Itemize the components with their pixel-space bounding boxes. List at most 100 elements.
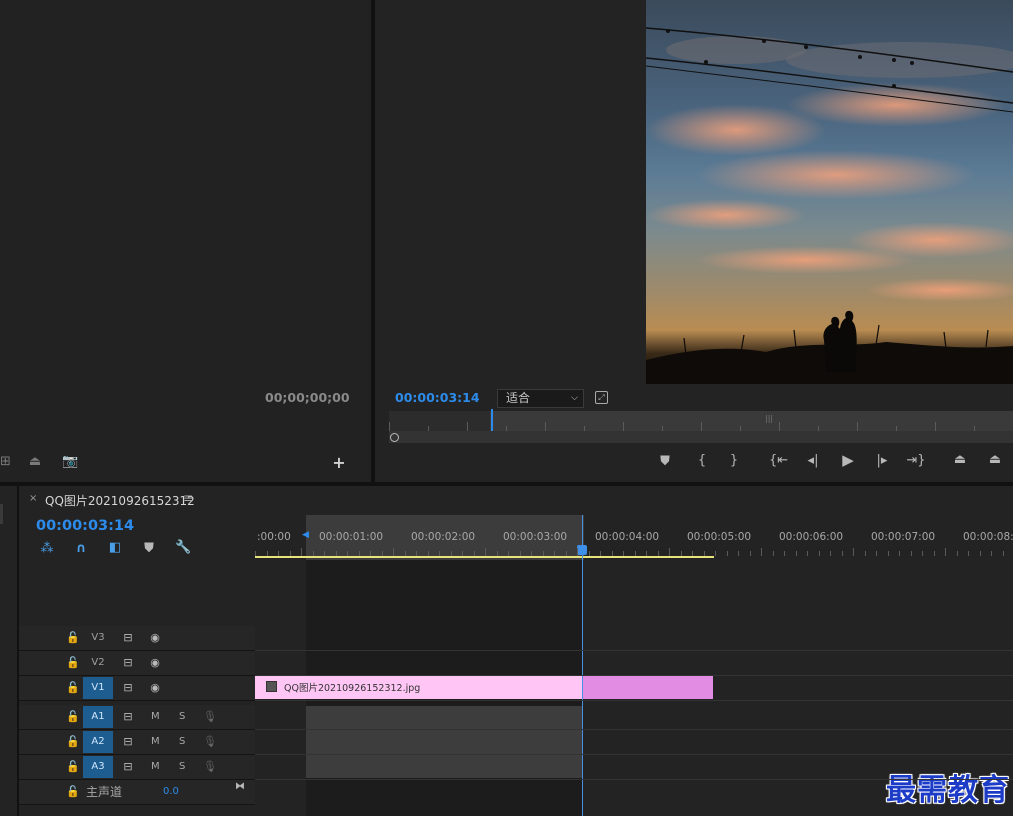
in-point-marker-icon[interactable]: ◀ bbox=[302, 530, 309, 540]
track-lane-v1[interactable] bbox=[255, 676, 1013, 701]
go-to-channel-icon[interactable]: ⧓ bbox=[233, 780, 247, 794]
mute-button[interactable]: M bbox=[151, 761, 160, 772]
eye-icon[interactable]: ◉ bbox=[147, 681, 163, 695]
source-timecode[interactable]: 00;00;00;00 bbox=[265, 390, 350, 405]
add-marker-icon[interactable]: ⛊ bbox=[658, 455, 672, 469]
program-scrub-tick bbox=[662, 426, 663, 431]
lock-icon[interactable]: 🔓 bbox=[66, 735, 80, 749]
mute-button[interactable]: M bbox=[151, 711, 160, 722]
ruler-tick bbox=[393, 548, 394, 556]
track-header-a3[interactable]: 🔓 A3 ⊟ M S 🎙 bbox=[19, 755, 255, 780]
master-volume-value[interactable]: 0.0 bbox=[163, 786, 179, 797]
ruler-time-label: 00:00:04:00 bbox=[595, 531, 660, 543]
timeline-playhead-handle[interactable] bbox=[577, 545, 587, 555]
track-lane-a1[interactable] bbox=[255, 705, 1013, 730]
eye-icon[interactable]: ◉ bbox=[147, 656, 163, 670]
timeline-timecode[interactable]: 00:00:03:14 bbox=[36, 518, 134, 534]
track-header-v2[interactable]: 🔓 V2 ⊟ ◉ bbox=[19, 651, 255, 676]
ruler-tick bbox=[554, 551, 555, 556]
program-scrub-tick bbox=[896, 426, 897, 431]
snap-magnet-icon[interactable]: ∩ bbox=[73, 542, 89, 556]
timeline-menu-icon[interactable]: ≡ bbox=[183, 491, 193, 505]
extract-icon[interactable]: ⏏ bbox=[985, 453, 1005, 467]
program-scrub-tick bbox=[545, 422, 546, 431]
lock-icon[interactable]: 🔓 bbox=[66, 681, 80, 695]
wrench-settings-icon[interactable]: 🔧 bbox=[175, 541, 191, 555]
timeline-close-button[interactable]: × bbox=[29, 493, 37, 504]
resolution-settings-icon[interactable]: ⤢ bbox=[595, 391, 608, 404]
track-header-a2[interactable]: 🔓 A2 ⊟ M S 🎙 bbox=[19, 730, 255, 755]
tools-panel bbox=[0, 486, 19, 816]
lock-icon[interactable]: 🔓 bbox=[66, 631, 80, 645]
track-header-v3[interactable]: 🔓 V3 ⊟ ◉ bbox=[19, 626, 255, 651]
track-name[interactable]: V1 bbox=[83, 677, 113, 699]
ruler-tick bbox=[577, 548, 578, 556]
program-video-frame bbox=[646, 0, 1013, 384]
add-marker-icon-timeline[interactable]: ⛊ bbox=[142, 542, 156, 556]
track-name[interactable]: A1 bbox=[83, 706, 113, 728]
selection-tool-button[interactable] bbox=[0, 504, 3, 524]
ruler-time-label: :00:00 bbox=[257, 531, 291, 543]
track-name[interactable]: V2 bbox=[83, 652, 113, 674]
ruler-tick bbox=[738, 551, 739, 556]
ruler-tick bbox=[416, 551, 417, 556]
program-timecode[interactable]: 00:00:03:14 bbox=[395, 390, 480, 405]
add-button-icon[interactable]: + bbox=[332, 455, 346, 471]
microphone-icon[interactable]: 🎙 bbox=[203, 735, 217, 749]
microphone-icon[interactable]: 🎙 bbox=[203, 760, 217, 774]
sync-lock-icon[interactable]: ⊟ bbox=[121, 631, 135, 645]
lock-icon[interactable]: 🔓 bbox=[66, 710, 80, 724]
step-back-icon[interactable]: ◂| bbox=[805, 454, 821, 468]
play-icon[interactable]: ▶ bbox=[840, 453, 856, 468]
track-name[interactable]: A3 bbox=[83, 756, 113, 778]
go-to-in-icon[interactable]: {⇤ bbox=[769, 454, 788, 468]
track-header-master[interactable]: 🔓 主声道 0.0 ⧓ bbox=[19, 780, 255, 805]
sync-lock-icon[interactable]: ⊟ bbox=[121, 760, 135, 774]
zoom-scroll-handle-icon[interactable] bbox=[390, 433, 399, 442]
lift-icon[interactable]: ⏏ bbox=[950, 453, 970, 467]
track-lane-a3[interactable] bbox=[255, 755, 1013, 780]
ruler-tick bbox=[658, 551, 659, 556]
ruler-tick bbox=[830, 551, 831, 556]
solo-button[interactable]: S bbox=[179, 711, 185, 722]
track-lane-v2[interactable] bbox=[255, 651, 1013, 676]
ruler-tick bbox=[336, 551, 337, 556]
sync-lock-icon[interactable]: ⊟ bbox=[121, 681, 135, 695]
solo-button[interactable]: S bbox=[179, 761, 185, 772]
sync-lock-icon[interactable]: ⊟ bbox=[121, 710, 135, 724]
ruler-tick bbox=[727, 551, 728, 556]
eye-icon[interactable]: ◉ bbox=[147, 631, 163, 645]
lock-icon[interactable]: 🔓 bbox=[66, 656, 80, 670]
go-to-out-icon[interactable]: ⇥} bbox=[906, 454, 926, 468]
track-lane-a2[interactable] bbox=[255, 730, 1013, 755]
overwrite-icon[interactable]: ⏏ bbox=[26, 455, 44, 469]
lock-icon[interactable]: 🔓 bbox=[66, 760, 80, 774]
mark-in-icon[interactable]: { bbox=[695, 454, 709, 468]
mark-out-icon[interactable]: } bbox=[727, 454, 741, 468]
step-forward-icon[interactable]: |▸ bbox=[874, 454, 890, 468]
microphone-icon[interactable]: 🎙 bbox=[203, 710, 217, 724]
ruler-tick bbox=[888, 551, 889, 556]
lock-icon[interactable]: 🔓 bbox=[66, 785, 80, 799]
ruler-time-label: 00:00:07:00 bbox=[871, 531, 936, 543]
camera-icon[interactable]: 📷 bbox=[62, 455, 78, 469]
solo-button[interactable]: S bbox=[179, 736, 185, 747]
ruler-time-label: 00:00:03:00 bbox=[503, 531, 568, 543]
track-lane-v3[interactable] bbox=[255, 626, 1013, 651]
program-playhead-marker[interactable] bbox=[490, 409, 493, 431]
work-area-bar[interactable] bbox=[255, 556, 714, 558]
timeline-tab-title[interactable]: QQ图片20210926152312 bbox=[45, 492, 195, 509]
export-frame-partial-icon[interactable]: ⊞ bbox=[0, 455, 11, 469]
sync-lock-icon[interactable]: ⊟ bbox=[121, 735, 135, 749]
insert-nest-icon[interactable]: ⁂ bbox=[39, 542, 55, 556]
zoom-level-select[interactable]: 适合 ⌵ bbox=[497, 389, 584, 408]
program-scrub-track[interactable] bbox=[389, 431, 1013, 443]
mute-button[interactable]: M bbox=[151, 736, 160, 747]
track-name[interactable]: A2 bbox=[83, 731, 113, 753]
linked-selection-icon[interactable]: ◧ bbox=[107, 541, 123, 555]
track-name[interactable]: V3 bbox=[83, 627, 113, 649]
sync-lock-icon[interactable]: ⊟ bbox=[121, 656, 135, 670]
track-header-a1[interactable]: 🔓 A1 ⊟ M S 🎙 bbox=[19, 705, 255, 730]
track-header-v1[interactable]: 🔓 V1 ⊟ ◉ bbox=[19, 676, 255, 701]
ruler-tick bbox=[681, 551, 682, 556]
